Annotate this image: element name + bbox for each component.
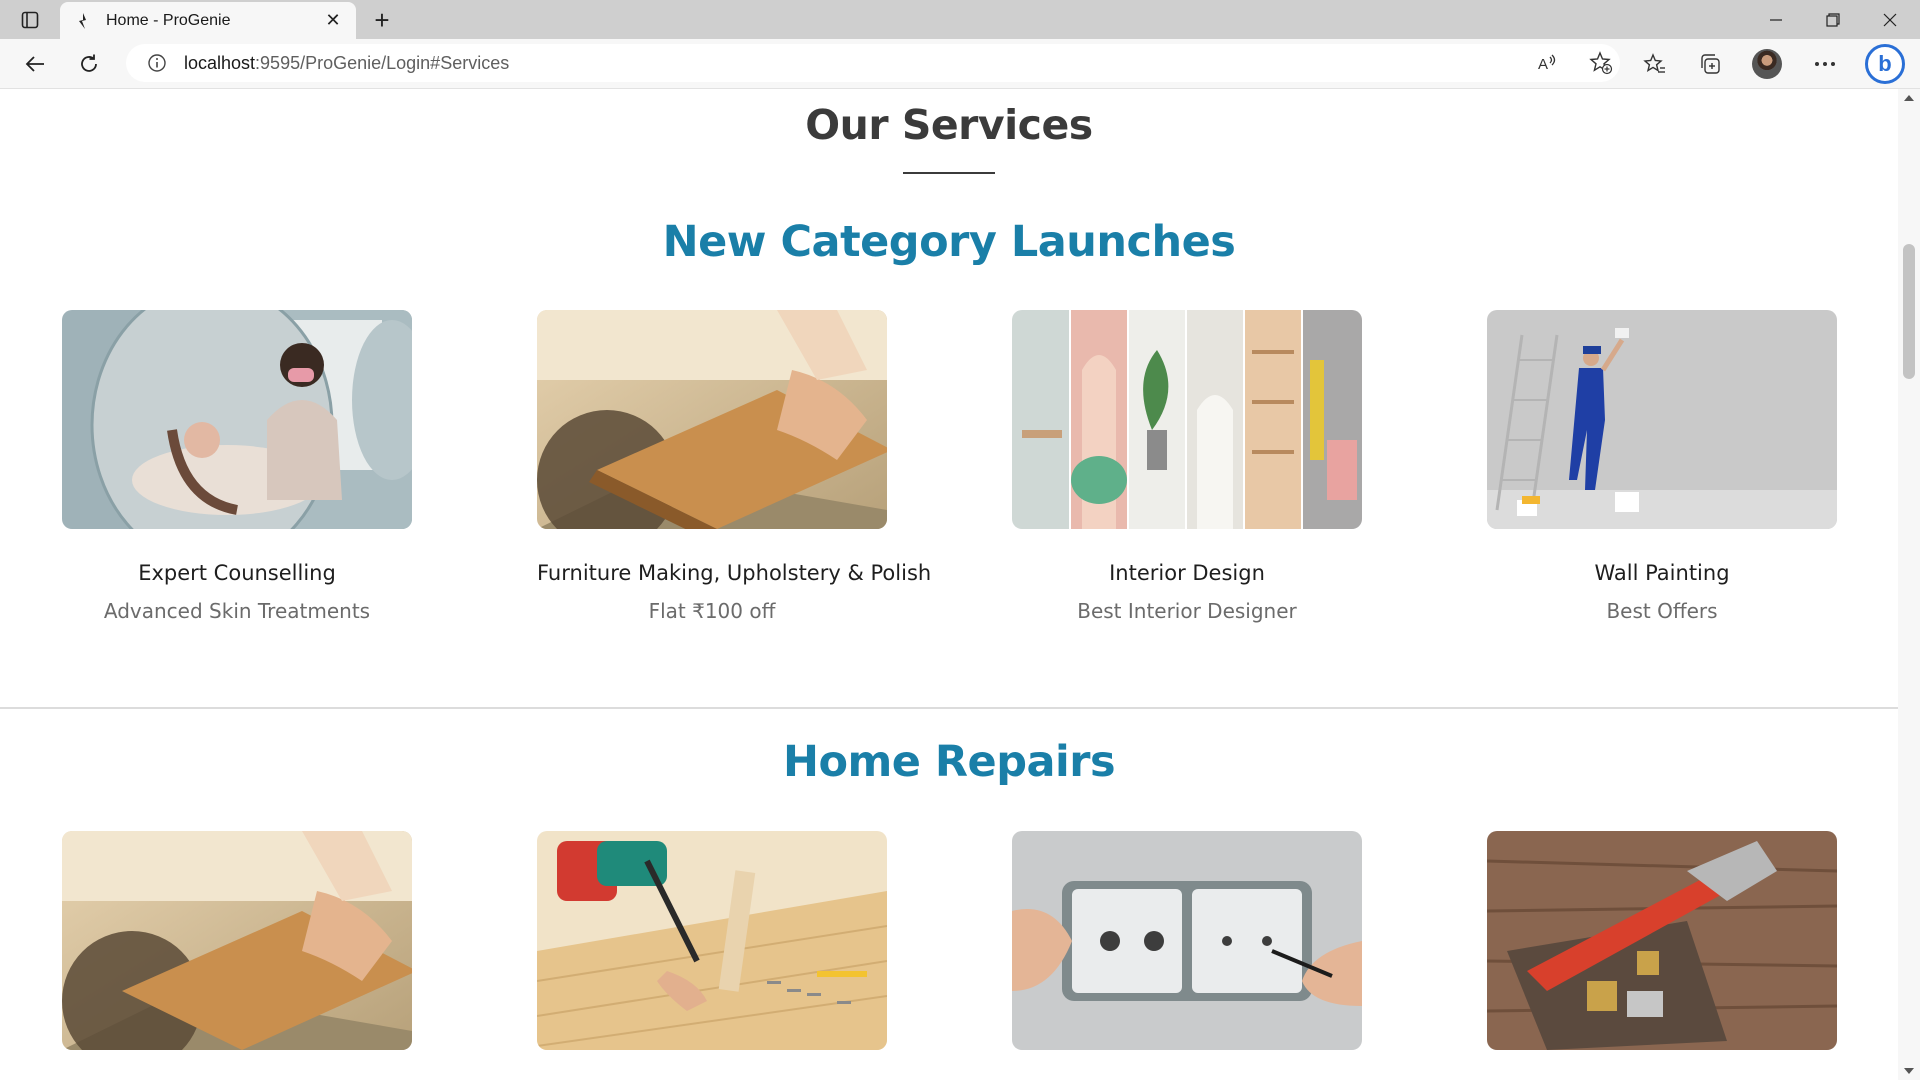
service-card[interactable] (1487, 831, 1837, 1050)
tab-strip: Home - ProGenie ✕ + (0, 0, 1920, 39)
page-content: Our Services New Category Launches Exper… (0, 89, 1898, 1080)
tab-title: Home - ProGenie (106, 11, 231, 29)
progenie-favicon-icon (72, 10, 94, 32)
scroll-up-icon[interactable] (1904, 95, 1914, 101)
scrollbar-thumb[interactable] (1903, 244, 1915, 379)
svg-text:A: A (1538, 56, 1548, 73)
refresh-icon[interactable] (72, 47, 106, 81)
close-tab-icon[interactable]: ✕ (322, 10, 344, 32)
close-window-icon[interactable] (1862, 0, 1918, 39)
service-card[interactable] (1012, 831, 1362, 1050)
card-subtitle: Best Interior Designer (1077, 599, 1297, 623)
back-icon[interactable] (18, 47, 52, 81)
card-title: Interior Design (1109, 561, 1265, 585)
plumbing-wrench-image[interactable] (1487, 831, 1837, 1050)
service-card[interactable]: Expert Counselling Advanced Skin Treatme… (62, 310, 412, 623)
tab-actions-icon[interactable] (16, 8, 44, 32)
service-card[interactable] (537, 831, 887, 1050)
card-subtitle: Best Offers (1606, 599, 1718, 623)
bing-copilot-icon[interactable]: b (1864, 43, 1906, 85)
card-title: Furniture Making, Upholstery & Polish (537, 561, 932, 585)
collections-icon[interactable] (1693, 47, 1727, 81)
add-favorite-icon[interactable] (1588, 50, 1614, 76)
url-text: localhost:9595/ProGenie/Login#Services (184, 53, 509, 74)
url-host: localhost (184, 52, 256, 73)
services-heading: Our Services (805, 101, 1093, 149)
read-aloud-icon[interactable]: A (1534, 50, 1560, 76)
card-subtitle: Advanced Skin Treatments (103, 599, 371, 623)
service-card[interactable]: Wall Painting Best Offers (1487, 310, 1837, 623)
card-subtitle: Flat ₹100 off (648, 599, 776, 623)
wall-painting-image[interactable] (1487, 310, 1837, 529)
wood-saw-image[interactable] (62, 831, 412, 1050)
electric-socket-image[interactable] (1012, 831, 1362, 1050)
interior-design-image[interactable] (1012, 310, 1362, 529)
site-info-icon[interactable] (146, 52, 168, 74)
page-scrollbar[interactable] (1898, 89, 1920, 1080)
restore-icon[interactable] (1805, 0, 1861, 39)
address-bar[interactable]: localhost:9595/ProGenie/Login#Services A (126, 44, 1620, 82)
service-card[interactable]: Interior Design Best Interior Designer (1012, 310, 1362, 623)
new-tab-icon[interactable]: + (368, 5, 396, 35)
section-divider (0, 707, 1898, 709)
browser-toolbar: localhost:9595/ProGenie/Login#Services A… (0, 39, 1920, 89)
service-card[interactable] (62, 831, 412, 1050)
minimize-icon[interactable] (1748, 0, 1804, 39)
drilling-image[interactable] (537, 831, 887, 1050)
section-title-new-category: New Category Launches (662, 217, 1236, 267)
profile-avatar[interactable] (1750, 47, 1784, 81)
service-card[interactable]: Furniture Making, Upholstery & Polish Fl… (537, 310, 932, 623)
url-path: :9595/ProGenie/Login#Services (255, 52, 510, 73)
scroll-down-icon[interactable] (1904, 1068, 1914, 1074)
section-title-home-repairs: Home Repairs (782, 737, 1116, 787)
skin-treatment-image[interactable] (62, 310, 412, 529)
favorites-icon[interactable] (1638, 47, 1672, 81)
furniture-making-image[interactable] (537, 310, 887, 529)
card-title: Wall Painting (1594, 561, 1730, 585)
card-title: Expert Counselling (138, 561, 336, 585)
more-options-icon[interactable] (1808, 47, 1842, 81)
heading-underline (903, 172, 995, 174)
active-tab[interactable]: Home - ProGenie ✕ (60, 2, 356, 39)
